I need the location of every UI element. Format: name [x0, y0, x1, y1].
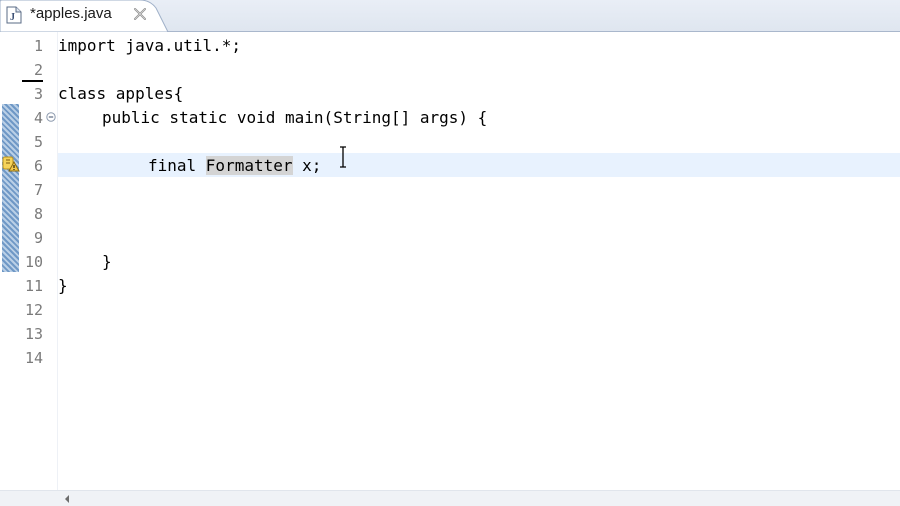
overview-ruler [0, 32, 20, 490]
class-closing-brace: } [58, 276, 68, 295]
editor-tab-bar: J *apples.java [0, 0, 900, 32]
final-keyword: final [148, 156, 206, 175]
line-number: 2 [33, 61, 43, 79]
scroll-left-arrow-icon[interactable] [62, 494, 72, 504]
method-closing-brace: } [102, 252, 112, 271]
main-method-declaration: public static void main(String[] args) { [102, 108, 488, 127]
line-number: 6 [33, 157, 43, 175]
line-number: 1 [33, 37, 43, 55]
line-number: 12 [24, 301, 43, 319]
code-line-4: public static void main(String[] args) { [102, 106, 487, 130]
close-icon[interactable] [132, 6, 148, 22]
caret-line-marker [22, 80, 43, 82]
ibeam-cursor-icon [340, 146, 346, 168]
code-editor[interactable]: 1 2 3 4 5 6 7 8 9 10 11 12 13 14 import … [0, 32, 900, 490]
import-statement: import java.util.*; [58, 36, 242, 55]
line-number: 9 [33, 229, 43, 247]
class-declaration: class apples{ [58, 84, 184, 103]
formatter-occurrence-highlight: Formatter [205, 156, 293, 175]
line-number: 4 [33, 109, 43, 127]
line-number-gutter: 1 2 3 4 5 6 7 8 9 10 11 12 13 14 [20, 32, 58, 490]
tab-apples-java[interactable]: J *apples.java [0, 0, 170, 32]
line-number: 3 [33, 85, 43, 103]
code-line-3: class apples{ [58, 82, 183, 106]
svg-text:J: J [10, 12, 15, 23]
variable-declaration-rest: x; [292, 156, 322, 175]
java-file-icon: J [6, 6, 22, 24]
line-number: 10 [24, 253, 43, 271]
quick-fix-warning-icon[interactable] [2, 156, 20, 172]
horizontal-scrollbar[interactable] [0, 490, 900, 506]
line-number: 8 [33, 205, 43, 223]
code-line-11: } [58, 274, 68, 298]
eclipse-editor-window: J *apples.java 1 2 3 4 5 6 7 8 9 10 11 1… [0, 0, 900, 506]
collapse-icon[interactable] [46, 112, 56, 122]
code-line-6: final Formatter x; [148, 154, 321, 178]
code-line-10: } [102, 250, 112, 274]
line-number: 11 [24, 277, 43, 295]
tab-label: *apples.java [30, 5, 112, 22]
line-number: 13 [24, 325, 43, 343]
code-line-1: import java.util.*; [58, 34, 241, 58]
code-area[interactable]: import java.util.*; class apples{ public… [58, 32, 900, 490]
line-number: 7 [33, 181, 43, 199]
line-number: 14 [24, 349, 43, 367]
scope-range-indicator [2, 104, 19, 272]
line-number: 5 [33, 133, 43, 151]
